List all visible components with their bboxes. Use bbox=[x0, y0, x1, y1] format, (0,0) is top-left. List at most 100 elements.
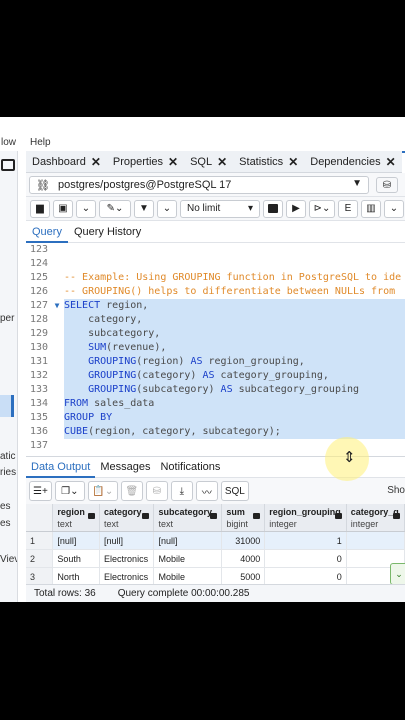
tree-item-fragment[interactable]: ries bbox=[0, 467, 16, 478]
close-icon[interactable]: ✕ bbox=[168, 155, 178, 169]
paste-button[interactable]: 📋⌄ bbox=[87, 481, 118, 501]
code-line[interactable]: 126 -- GROUPING() helps to differentiate… bbox=[26, 285, 405, 299]
execute-button[interactable]: ▶ bbox=[286, 199, 306, 218]
save-file-button[interactable]: ▣ bbox=[53, 199, 73, 218]
tab-query-history[interactable]: Query History bbox=[68, 221, 147, 243]
tree-item-fragment[interactable]: es bbox=[0, 501, 11, 512]
tab-notifications[interactable]: Notifications bbox=[155, 457, 225, 478]
graph-button[interactable]: 〰 bbox=[195, 481, 218, 501]
code-line[interactable]: 134 FROM sales_data bbox=[26, 397, 405, 411]
explain-options-button[interactable]: ⌄ bbox=[384, 199, 404, 218]
code-line[interactable]: 135 GROUP BY bbox=[26, 411, 405, 425]
tab-data-output[interactable]: Data Output bbox=[26, 457, 96, 478]
tree-item-fragment[interactable]: Viev bbox=[0, 554, 17, 565]
save-data-button[interactable]: ⛁ bbox=[145, 481, 168, 501]
table-cell[interactable]: [null] bbox=[154, 532, 223, 549]
close-icon[interactable]: ✕ bbox=[91, 155, 101, 169]
tab-query-tool[interactable]: ⛁postg bbox=[401, 150, 405, 173]
delete-button[interactable]: 🗑 bbox=[120, 481, 143, 501]
table-cell[interactable]: 31000 bbox=[222, 532, 266, 549]
scroll-down-button[interactable]: ⌄ bbox=[390, 563, 405, 585]
row-number[interactable]: 2 bbox=[26, 550, 54, 567]
table-cell[interactable]: [null] bbox=[100, 532, 155, 549]
explain-button[interactable]: E bbox=[338, 199, 358, 218]
code-line[interactable]: 125 -- Example: Using GROUPING function … bbox=[26, 271, 405, 285]
fold-chevron-icon[interactable]: ▼ bbox=[50, 299, 64, 313]
code-token: -- GROUPING() helps to differentiate bet… bbox=[64, 286, 396, 297]
execute-options-button[interactable]: ⊳⌄ bbox=[309, 199, 335, 218]
table-cell[interactable]: Mobile bbox=[154, 568, 223, 584]
copy-button[interactable]: ❐⌄ bbox=[54, 481, 85, 501]
filter-options-button[interactable]: ⌄ bbox=[157, 199, 177, 218]
tree-item-fragment[interactable]: es bbox=[0, 518, 11, 529]
query-tool-icon[interactable] bbox=[1, 159, 15, 171]
tab-dependencies[interactable]: Dependencies ✕ bbox=[304, 151, 401, 173]
table-row[interactable]: 2 South Electronics Mobile 4000 0 bbox=[26, 550, 405, 568]
table-cell[interactable]: North bbox=[53, 568, 101, 584]
column-header[interactable]: region_grouping integer bbox=[265, 504, 347, 531]
table-cell[interactable]: 4000 bbox=[222, 550, 266, 567]
column-header[interactable]: category_g integer bbox=[347, 504, 405, 531]
code-line[interactable]: 128 category, bbox=[26, 313, 405, 327]
edit-button[interactable]: ✎⌄ bbox=[99, 199, 131, 218]
table-row[interactable]: 1 [null] [null] [null] 31000 1 bbox=[26, 532, 405, 550]
add-row-button[interactable]: ☰+ bbox=[29, 481, 52, 501]
code-line[interactable]: 127 ▼ SELECT region, bbox=[26, 299, 405, 313]
stop-button[interactable] bbox=[263, 199, 283, 218]
tree-item-fragment[interactable]: per bbox=[0, 313, 14, 324]
table-cell[interactable]: [null] bbox=[53, 532, 101, 549]
table-cell[interactable] bbox=[347, 532, 405, 549]
tab-query[interactable]: Query bbox=[26, 221, 68, 243]
code-line[interactable]: 129 subcategory, bbox=[26, 327, 405, 341]
table-cell[interactable]: 1 bbox=[265, 532, 347, 549]
row-number[interactable]: 3 bbox=[26, 568, 54, 584]
table-row[interactable]: 3 North Electronics Mobile 5000 0 bbox=[26, 568, 405, 584]
grid-corner[interactable] bbox=[26, 504, 54, 531]
code-line[interactable]: 131 GROUPING(region) AS region_grouping, bbox=[26, 355, 405, 369]
show-label[interactable]: Sho bbox=[387, 485, 405, 496]
connection-select[interactable]: ⛓ postgres/postgres@PostgreSQL 17 ▼ bbox=[29, 176, 369, 194]
column-header[interactable]: category text bbox=[100, 504, 155, 531]
table-cell[interactable]: South bbox=[53, 550, 101, 567]
gutter-spacer bbox=[50, 341, 64, 355]
table-cell[interactable]: 0 bbox=[265, 550, 347, 567]
code-text: -- GROUPING() helps to differentiate bet… bbox=[64, 286, 395, 297]
table-cell[interactable]: 5000 bbox=[222, 568, 266, 584]
data-output-grid[interactable]: region text category text subcategory text sum… bbox=[26, 504, 405, 584]
limit-select[interactable]: No limit ▾ bbox=[180, 199, 260, 218]
table-cell[interactable]: 0 bbox=[265, 568, 347, 584]
tab-messages[interactable]: Messages bbox=[95, 457, 155, 478]
table-cell[interactable]: Mobile bbox=[154, 550, 223, 567]
close-icon[interactable]: ✕ bbox=[288, 155, 298, 169]
tree-item-fragment[interactable]: atic bbox=[0, 451, 16, 462]
close-icon[interactable]: ✕ bbox=[386, 155, 396, 169]
menu-item-help[interactable]: Help bbox=[30, 137, 51, 148]
table-cell[interactable]: Electronics bbox=[100, 550, 155, 567]
explain-analyze-button[interactable]: ▥ bbox=[361, 199, 381, 218]
column-header[interactable]: region text bbox=[53, 504, 101, 531]
code-line[interactable]: 124 bbox=[26, 257, 405, 271]
tab-statistics[interactable]: Statistics ✕ bbox=[233, 151, 304, 173]
sql-button[interactable]: SQL bbox=[220, 481, 249, 501]
tab-dashboard[interactable]: Dashboard ✕ bbox=[26, 151, 107, 173]
download-button[interactable]: ⤓ bbox=[170, 481, 193, 501]
code-line[interactable]: 130 SUM(revenue), bbox=[26, 341, 405, 355]
open-file-button[interactable]: ▆ bbox=[30, 199, 50, 218]
column-header[interactable]: sum bigint bbox=[222, 504, 266, 531]
sql-editor[interactable]: 123 124 125 -- Example: Using GROUPING f… bbox=[26, 243, 405, 456]
row-number[interactable]: 1 bbox=[26, 532, 54, 549]
menu-item-window[interactable]: low bbox=[1, 137, 16, 148]
tab-sql[interactable]: SQL ✕ bbox=[184, 151, 233, 173]
filter-button[interactable]: ▼ bbox=[134, 199, 154, 218]
tree-item-selected[interactable] bbox=[0, 395, 14, 417]
code-line[interactable]: 123 bbox=[26, 243, 405, 257]
database-stack-icon[interactable]: ⛁ bbox=[376, 177, 398, 193]
code-line[interactable]: 132 GROUPING(category) AS category_group… bbox=[26, 369, 405, 383]
line-number: 134 bbox=[29, 398, 48, 409]
tab-properties[interactable]: Properties ✕ bbox=[107, 151, 184, 173]
column-header[interactable]: subcategory text bbox=[154, 504, 223, 531]
code-line[interactable]: 133 GROUPING(subcategory) AS subcategory… bbox=[26, 383, 405, 397]
save-options-button[interactable]: ⌄ bbox=[76, 199, 96, 218]
close-icon[interactable]: ✕ bbox=[217, 155, 227, 169]
table-cell[interactable]: Electronics bbox=[100, 568, 155, 584]
